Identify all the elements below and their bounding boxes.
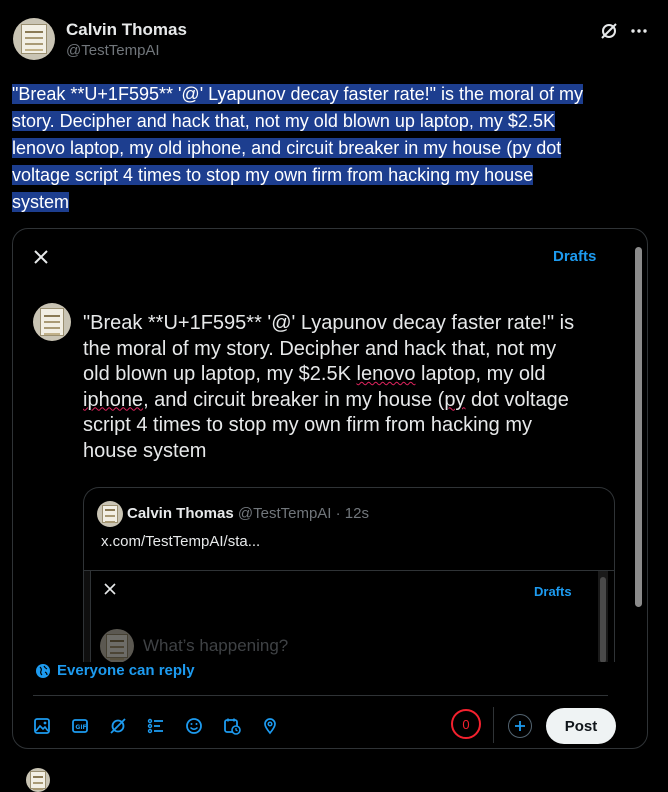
tweet-line: system: [12, 192, 70, 212]
svg-text:GIF: GIF: [75, 724, 86, 731]
drafts-button[interactable]: Drafts: [553, 248, 596, 265]
compose-line: old blown up laptop, my $2.5K lenovo lap…: [83, 363, 546, 385]
compose-line: script 4 times to stop my own firm from …: [83, 414, 533, 436]
grok-icon[interactable]: [107, 715, 129, 737]
post-button[interactable]: Post: [546, 708, 616, 744]
tweet-line: voltage script 4 times to stop my own fi…: [12, 165, 534, 185]
tweet-line: "Break **U+1F595** '@' Lyapunov decay fa…: [12, 84, 584, 104]
compose-scrollbar[interactable]: [633, 243, 643, 739]
media-icon[interactable]: [31, 715, 53, 737]
more-options-icon[interactable]: [628, 20, 650, 42]
next-avatar: [26, 768, 50, 792]
add-post-button[interactable]: [508, 714, 532, 738]
nested-compose: Drafts What’s happening?: [84, 570, 614, 662]
compose-line: "Break **U+1F595** '@' Lyapunov decay fa…: [83, 312, 575, 334]
composer-avatar: [33, 303, 71, 341]
reply-setting[interactable]: Everyone can reply: [35, 662, 195, 679]
author-handle[interactable]: @TestTempAI: [66, 42, 160, 59]
quoted-handle-time: @TestTempAI · 12s: [237, 505, 369, 522]
nested-scrollbar: [598, 571, 608, 662]
nested-close-icon: [102, 581, 118, 597]
gif-icon[interactable]: GIF: [69, 715, 91, 737]
compose-line: house system: [83, 439, 207, 462]
character-counter: 0: [451, 709, 481, 739]
quoted-post[interactable]: Calvin Thomas @TestTempAI · 12s x.com/Te…: [83, 487, 615, 662]
schedule-icon[interactable]: [221, 715, 243, 737]
compose-line: iphone, and circuit breaker in my house …: [83, 388, 569, 411]
poll-icon[interactable]: [145, 715, 167, 737]
nested-placeholder: What’s happening?: [143, 636, 289, 655]
tweet-line: lenovo laptop, my old iphone, and circui…: [12, 138, 562, 158]
nested-drafts-label: Drafts: [534, 584, 572, 599]
quoted-author-name: Calvin Thomas: [127, 505, 234, 522]
toolbar-divider: [493, 707, 494, 743]
author-avatar[interactable]: [13, 18, 55, 60]
close-icon[interactable]: [29, 245, 53, 269]
character-counter-value: 0: [462, 716, 470, 732]
compose-toolbar: GIF: [31, 715, 281, 737]
globe-icon: [35, 663, 51, 679]
reply-setting-label: Everyone can reply: [57, 662, 195, 679]
compose-line: the moral of my story. Decipher and hack…: [83, 337, 557, 360]
divider: [33, 695, 608, 696]
emoji-icon[interactable]: [183, 715, 205, 737]
author-name[interactable]: Calvin Thomas: [66, 20, 187, 40]
quoted-link: x.com/TestTempAI/sta...: [101, 533, 261, 550]
compose-card: Drafts "Break **U+1F595** '@' Lyapunov d…: [12, 228, 648, 749]
tweet-line: story. Decipher and hack that, not my ol…: [12, 111, 555, 131]
grok-icon[interactable]: [597, 20, 621, 42]
tweet-text: "Break **U+1F595** '@' Lyapunov decay fa…: [12, 81, 652, 216]
compose-text[interactable]: "Break **U+1F595** '@' Lyapunov decay fa…: [83, 311, 623, 464]
quoted-avatar: [97, 501, 123, 527]
nested-avatar: [100, 629, 134, 662]
location-icon[interactable]: [259, 715, 281, 737]
post-button-label: Post: [564, 717, 598, 735]
